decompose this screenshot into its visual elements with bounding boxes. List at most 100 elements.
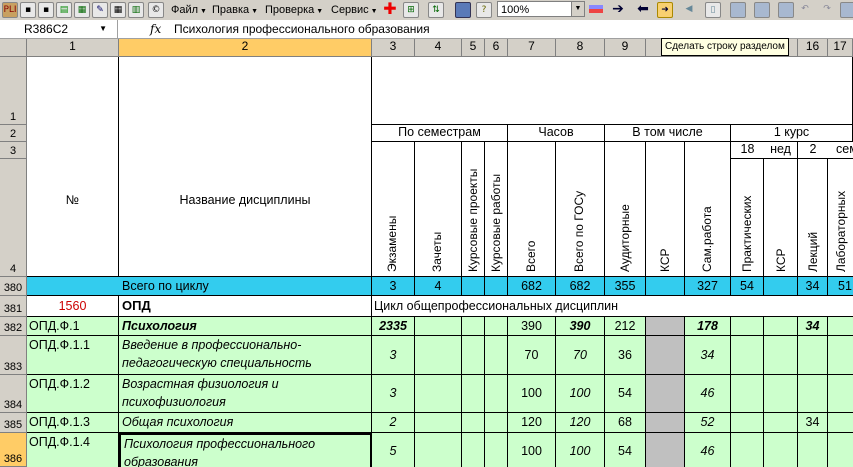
row385-total[interactable]: 120 (508, 413, 556, 433)
row385-labs[interactable] (828, 413, 853, 433)
row385-lectures[interactable]: 34 (798, 413, 828, 433)
row-header-380[interactable]: 380 (0, 277, 27, 296)
row386-ksr[interactable] (646, 433, 685, 467)
row386-classroom[interactable]: 54 (605, 433, 646, 467)
row385-code[interactable]: ОПД.Ф.1.3 (27, 413, 119, 433)
row382-self[interactable]: 178 (685, 317, 731, 336)
row385-classroom[interactable]: 68 (605, 413, 646, 433)
row382-practical[interactable] (731, 317, 764, 336)
row380-projects[interactable] (462, 277, 485, 296)
row382-total-gos[interactable]: 390 (556, 317, 605, 336)
row385-ksr2[interactable] (764, 413, 798, 433)
row386-ksr2[interactable] (764, 433, 798, 467)
row384-code[interactable]: ОПД.Ф.1.2 (27, 375, 119, 413)
row386-works[interactable] (485, 433, 508, 467)
column-header-7[interactable]: 7 (508, 39, 556, 57)
row383-self[interactable]: 34 (685, 336, 731, 375)
arrow-small-left-icon[interactable]: ◀ (682, 2, 696, 16)
row-header-381[interactable]: 381 (0, 296, 27, 317)
page-icon[interactable]: ▯ (705, 2, 721, 18)
row384-practical[interactable] (731, 375, 764, 413)
row383-classroom[interactable]: 36 (605, 336, 646, 375)
table-icon[interactable]: ▥ (128, 2, 144, 18)
app-logo-icon[interactable]: PLI (2, 2, 18, 18)
row386-total[interactable]: 100 (508, 433, 556, 467)
row380-exams[interactable]: 3 (372, 277, 415, 296)
row386-self[interactable]: 46 (685, 433, 731, 467)
column-header-3[interactable]: 3 (372, 39, 415, 57)
row385-ksr[interactable] (646, 413, 685, 433)
row383-works[interactable] (485, 336, 508, 375)
export-icon[interactable]: ▦ (74, 2, 90, 18)
row383-credits[interactable] (415, 336, 462, 375)
flag-icon[interactable] (589, 2, 603, 16)
row382-credits[interactable] (415, 317, 462, 336)
row384-name[interactable]: Возрастная физиология и психофизиология (119, 375, 372, 413)
row385-self[interactable]: 52 (685, 413, 731, 433)
row384-lectures[interactable] (798, 375, 828, 413)
frame-icon[interactable] (754, 2, 770, 18)
row-header-2[interactable]: 2 (0, 125, 27, 142)
save-as-icon[interactable]: ▪ (38, 2, 54, 18)
column-header-1[interactable]: 1 (27, 39, 119, 57)
arrow-right-icon[interactable]: ➔ (611, 2, 625, 16)
row384-works[interactable] (485, 375, 508, 413)
insert-rows-icon[interactable]: ⊞ (403, 2, 419, 18)
row382-total[interactable]: 390 (508, 317, 556, 336)
undo-icon[interactable]: ↶ (798, 2, 812, 16)
redo-icon[interactable]: ↷ (820, 2, 834, 16)
column-header-8[interactable]: 8 (556, 39, 605, 57)
row384-credits[interactable] (415, 375, 462, 413)
row-header-1[interactable]: 1 (0, 57, 27, 125)
row386-credits[interactable] (415, 433, 462, 467)
row385-exams[interactable]: 2 (372, 413, 415, 433)
row383-code[interactable]: ОПД.Ф.1.1 (27, 336, 119, 375)
menu-service[interactable]: Сервис ▼ (331, 3, 378, 19)
row380-practical[interactable]: 54 (731, 277, 764, 296)
row382-ksr[interactable] (646, 317, 685, 336)
row383-projects[interactable] (462, 336, 485, 375)
row386-labs[interactable] (828, 433, 853, 467)
row-header-4[interactable]: 4 (0, 159, 27, 277)
row380-ksr2[interactable] (764, 277, 798, 296)
row382-name[interactable]: Психология (119, 317, 372, 336)
menu-check[interactable]: Проверка ▼ (265, 3, 323, 19)
window-icon[interactable] (778, 2, 794, 18)
save-icon[interactable]: ▪ (20, 2, 36, 18)
menu-file[interactable]: Файл ▼ (171, 3, 207, 19)
row386-exams[interactable]: 5 (372, 433, 415, 467)
row383-ksr2[interactable] (764, 336, 798, 375)
row-header-385[interactable]: 385 (0, 413, 27, 433)
row384-labs[interactable] (828, 375, 853, 413)
square-icon[interactable] (730, 2, 746, 18)
grid-icon[interactable]: ▦ (110, 2, 126, 18)
row382-works[interactable] (485, 317, 508, 336)
row383-ksr[interactable] (646, 336, 685, 375)
zoom-select[interactable]: 100% ▼ (497, 1, 585, 17)
row385-practical[interactable] (731, 413, 764, 433)
row380-credits[interactable]: 4 (415, 277, 462, 296)
row384-classroom[interactable]: 54 (605, 375, 646, 413)
column-header-9[interactable]: 9 (605, 39, 646, 57)
row383-exams[interactable]: 3 (372, 336, 415, 375)
row-header-383[interactable]: 383 (0, 336, 27, 375)
make-section-icon[interactable]: ➜ (657, 2, 673, 18)
row383-total[interactable]: 70 (508, 336, 556, 375)
row383-labs[interactable] (828, 336, 853, 375)
row382-ksr2[interactable] (764, 317, 798, 336)
column-header-2[interactable]: 2 (119, 39, 372, 57)
row380-lectures[interactable]: 34 (798, 277, 828, 296)
formula-content[interactable]: Психология профессионального образования (174, 20, 430, 38)
help-icon[interactable]: ? (476, 2, 492, 18)
row-header-384[interactable]: 384 (0, 375, 27, 413)
row382-classroom[interactable]: 212 (605, 317, 646, 336)
column-header-16[interactable]: 16 (798, 39, 828, 57)
row385-works[interactable] (485, 413, 508, 433)
row386-name[interactable]: Психология профессионального образования (119, 433, 372, 467)
copyright-icon[interactable]: © (148, 2, 164, 18)
tools-icon[interactable]: ✎ (92, 2, 108, 18)
row380-total-gos[interactable]: 682 (556, 277, 605, 296)
add-icon[interactable]: ✚ (383, 1, 397, 17)
row385-credits[interactable] (415, 413, 462, 433)
row381-name[interactable]: ОПД (119, 296, 372, 317)
